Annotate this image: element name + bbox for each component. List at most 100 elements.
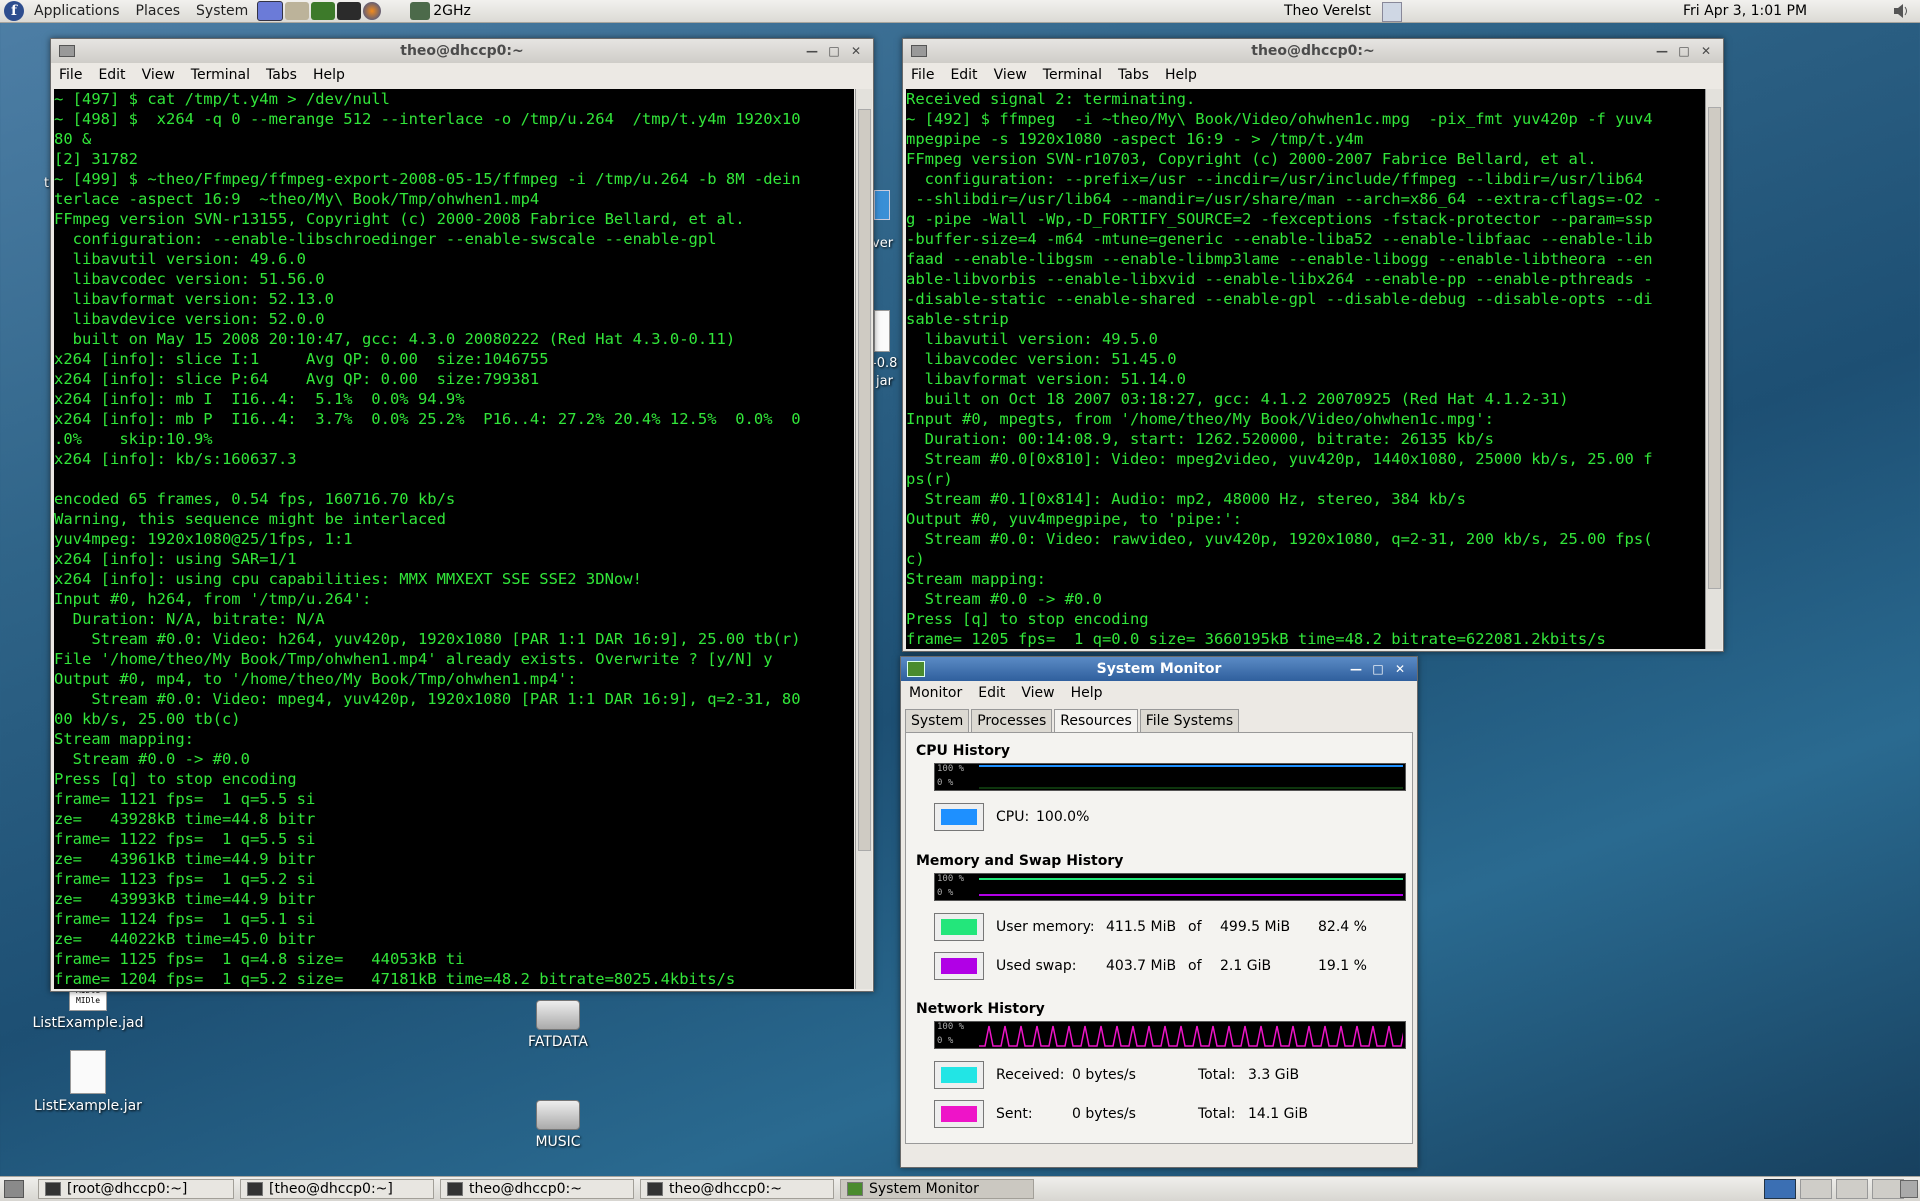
drive-icon [536, 1000, 580, 1030]
cpu-color-button[interactable] [934, 803, 984, 831]
window-title: System Monitor [1096, 661, 1222, 677]
minimize-icon[interactable]: — [1347, 660, 1365, 678]
menu-tabs[interactable]: Tabs [1110, 67, 1157, 83]
terminal-left-scrollbar[interactable] [855, 89, 872, 989]
terminal-line: ~ [492] $ ffmpeg -i ~theo/My\ Book/Video… [906, 110, 1653, 128]
menu-terminal[interactable]: Terminal [183, 67, 258, 83]
window-menu-icon[interactable] [911, 45, 927, 57]
menu-help[interactable]: Help [1157, 67, 1205, 83]
scrollbar-thumb[interactable] [858, 109, 871, 851]
menu-view[interactable]: View [134, 67, 183, 83]
desktop-icon-fatdata[interactable]: FATDATA [508, 1000, 608, 1050]
close-icon[interactable]: ✕ [1391, 660, 1409, 678]
close-icon[interactable]: ✕ [847, 42, 865, 60]
tab-system[interactable]: System [905, 709, 970, 732]
maximize-icon[interactable]: □ [1369, 660, 1387, 678]
cpu-value: 100.0% [1036, 809, 1090, 825]
menu-view[interactable]: View [986, 67, 1035, 83]
terminal-window-left[interactable]: theo@dhccp0:~ — □ ✕ File Edit View Termi… [50, 38, 874, 992]
terminal-launcher-icon[interactable] [337, 2, 362, 20]
trash-icon[interactable] [1900, 1180, 1918, 1198]
text-editor-launcher-icon[interactable] [257, 1, 284, 21]
system-monitor-titlebar[interactable]: System Monitor — □ ✕ [901, 657, 1417, 681]
clock[interactable]: Fri Apr 3, 1:01 PM [1683, 3, 1807, 19]
maximize-icon[interactable]: □ [825, 42, 843, 60]
terminal-line: yuv4mpeg: 1920x1080@25/1fps, 1:1 [54, 530, 353, 548]
swap-color-button[interactable] [934, 952, 984, 980]
menu-terminal[interactable]: Terminal [1035, 67, 1110, 83]
user-memory-color-button[interactable] [934, 913, 984, 941]
applications-menu[interactable]: Applications [26, 3, 128, 19]
tab-resources[interactable]: Resources [1054, 709, 1138, 732]
received-total: 3.3 GiB [1248, 1067, 1300, 1083]
terminal-left-titlebar[interactable]: theo@dhccp0:~ — □ ✕ [51, 39, 873, 63]
menu-help[interactable]: Help [1063, 685, 1111, 701]
taskbar-item-theo-terminal-3[interactable]: theo@dhccp0:~ [640, 1179, 834, 1199]
terminal-line: Duration: 00:14:08.9, start: 1262.520000… [906, 430, 1494, 448]
minimize-icon[interactable]: — [803, 42, 821, 60]
volume-icon[interactable] [1892, 3, 1910, 19]
workspace-3[interactable] [1836, 1179, 1868, 1199]
terminal-left-output[interactable]: ~ [497] $ cat /tmp/t.y4m > /dev/null ~ [4… [54, 89, 854, 989]
desktop-icon-music[interactable]: MUSIC [508, 1100, 608, 1150]
received-color-button[interactable] [934, 1061, 984, 1089]
scrollbar-thumb[interactable] [1708, 107, 1721, 589]
menu-file[interactable]: File [903, 67, 942, 83]
received-total-label: Total: [1198, 1067, 1236, 1083]
terminal-icon [647, 1182, 663, 1196]
user-name[interactable]: Theo Verelst [1284, 3, 1371, 19]
tab-file-systems[interactable]: File Systems [1139, 709, 1240, 732]
workspace-2[interactable] [1800, 1179, 1832, 1199]
terminal-line: ~ [499] $ ~theo/Ffmpeg/ffmpeg-export-200… [54, 170, 801, 188]
tab-processes[interactable]: Processes [971, 709, 1053, 732]
workspace-1[interactable] [1764, 1179, 1796, 1199]
terminal-right-scrollbar[interactable] [1705, 89, 1722, 649]
cpu-frequency: 2GHz [433, 3, 471, 19]
menu-file[interactable]: File [51, 67, 90, 83]
menu-help[interactable]: Help [305, 67, 353, 83]
maximize-icon[interactable]: □ [1675, 42, 1693, 60]
taskbar-item-root-terminal[interactable]: [root@dhccp0:~] [38, 1179, 234, 1199]
terminal-line: c) [906, 550, 925, 568]
taskbar-item-theo-terminal-2[interactable]: theo@dhccp0:~ [440, 1179, 634, 1199]
minimize-icon[interactable]: — [1653, 42, 1671, 60]
notes-icon[interactable] [1382, 2, 1402, 22]
user-memory-percent: 82.4 % [1318, 919, 1367, 935]
terminal-line: faad --enable-libgsm --enable-libmp3lame… [906, 250, 1653, 268]
terminal-line: ze= 43993kB time=44.9 bitr [54, 890, 316, 908]
terminal-line: x264 [info]: using cpu capabilities: MMX… [54, 570, 642, 588]
show-desktop-icon[interactable] [4, 1180, 24, 1198]
menu-view[interactable]: View [1013, 685, 1062, 701]
terminal-right-output[interactable]: Received signal 2: terminating. ~ [492] $… [906, 89, 1706, 649]
received-label: Received: [996, 1067, 1065, 1083]
taskbar-item-theo-terminal-1[interactable]: [theo@dhccp0:~] [240, 1179, 434, 1199]
taskbar-label: [root@dhccp0:~] [67, 1181, 188, 1197]
window-menu-icon[interactable] [59, 45, 75, 57]
taskbar-label: [theo@dhccp0:~] [269, 1181, 393, 1197]
mail-launcher-icon[interactable] [285, 2, 310, 20]
terminal-line: Stream #0.0 -> #0.0 [906, 590, 1102, 608]
terminal-line: x264 [info]: slice P:64 Avg QP: 0.00 siz… [54, 370, 540, 388]
system-menu[interactable]: System [188, 3, 256, 19]
graph-label-top: 100 % [937, 874, 965, 884]
terminal-icon [45, 1182, 61, 1196]
fedora-logo-icon[interactable]: f [4, 1, 24, 21]
system-monitor-launcher-icon[interactable] [311, 2, 336, 20]
close-icon[interactable]: ✕ [1697, 42, 1715, 60]
menu-edit[interactable]: Edit [942, 67, 985, 83]
system-monitor-window[interactable]: System Monitor — □ ✕ Monitor Edit View H… [900, 656, 1418, 1168]
workspace-switcher[interactable] [1764, 1179, 1904, 1199]
taskbar-item-system-monitor[interactable]: System Monitor [840, 1179, 1034, 1199]
sent-color-button[interactable] [934, 1100, 984, 1128]
terminal-line: libavformat version: 51.14.0 [906, 370, 1186, 388]
menu-monitor[interactable]: Monitor [901, 685, 970, 701]
menu-edit[interactable]: Edit [970, 685, 1013, 701]
desktop-icon-listexample-jar[interactable]: ListExample.jar [28, 1050, 148, 1114]
firefox-launcher-icon[interactable] [363, 2, 382, 20]
menu-edit[interactable]: Edit [90, 67, 133, 83]
swap-used: 403.7 MiB [1106, 958, 1177, 974]
terminal-window-right[interactable]: theo@dhccp0:~ — □ ✕ File Edit View Termi… [902, 38, 1724, 652]
terminal-right-titlebar[interactable]: theo@dhccp0:~ — □ ✕ [903, 39, 1723, 63]
menu-tabs[interactable]: Tabs [258, 67, 305, 83]
places-menu[interactable]: Places [128, 3, 189, 19]
